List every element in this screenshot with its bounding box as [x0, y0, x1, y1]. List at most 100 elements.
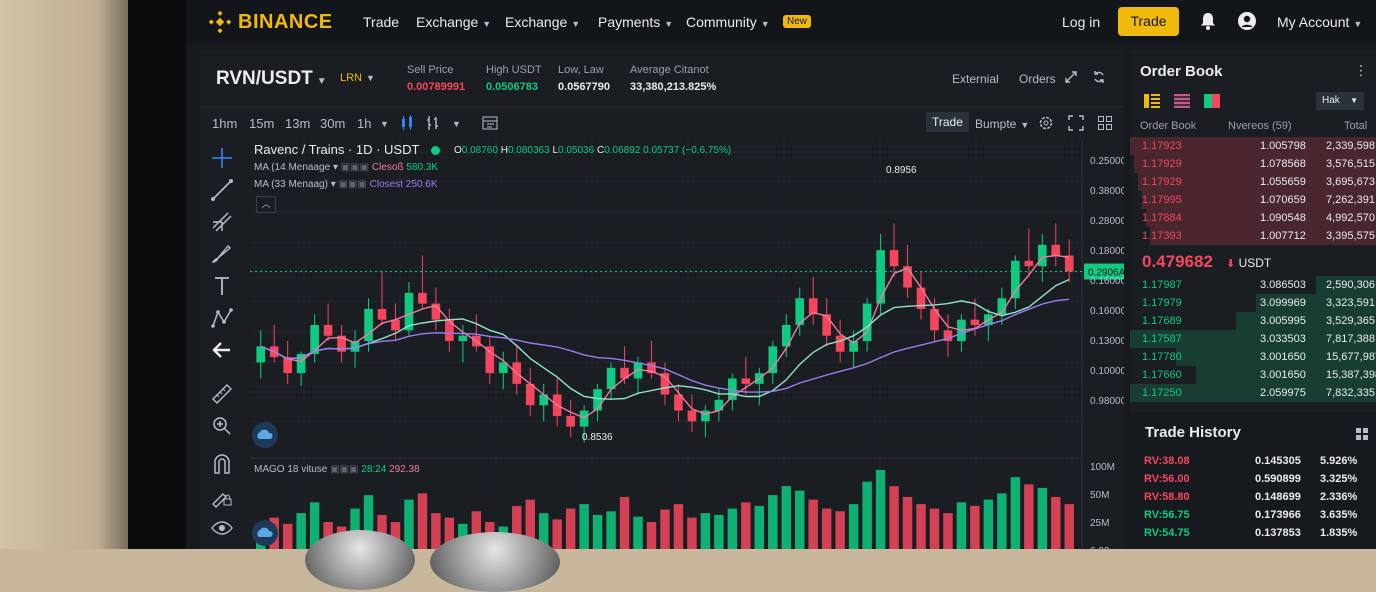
crosshair-icon[interactable] [210, 146, 234, 170]
nav-community[interactable]: Community ▼ [686, 14, 770, 30]
volume-bar [795, 490, 805, 549]
bid-row[interactable]: 1.17780 3.001650 15,677,987 [1130, 348, 1376, 366]
bid-row[interactable]: 1.17660 3.001650 15,387,398 [1130, 366, 1376, 384]
candle-body [485, 346, 495, 374]
price-chart-canvas[interactable]: 0.2906A0.250000.380000.280000.180000.160… [244, 140, 1127, 549]
bumpte-menu[interactable]: Bumpte ▼ [975, 117, 1029, 131]
interval-30m[interactable]: 30m [320, 116, 345, 131]
volume-bar [687, 517, 697, 549]
trade-history-row-cell: 0.590899 [1255, 473, 1301, 485]
bid-row-cell: 3,529,365 [1326, 315, 1375, 327]
expand-icon[interactable] [1064, 70, 1078, 84]
bid-row[interactable]: 1.17979 3.099969 3,323,591 [1130, 294, 1376, 312]
market-header: RVN/USDT ▼ LRN ▼ Sell Price 0.00789991 Hig… [200, 50, 1124, 107]
fib-tool-icon[interactable] [210, 210, 234, 234]
trade-history-row[interactable]: RV:56.75 0.173966 3.635% [1130, 507, 1376, 525]
both-sides-view-icon[interactable] [1144, 94, 1160, 108]
text-tool-icon[interactable] [210, 274, 234, 298]
indicator-ma33[interactable]: MA (33 Menaag) ▾ ▣▣▣ Closest 250.6K [254, 179, 438, 190]
pattern-tool-icon[interactable] [210, 306, 234, 330]
bid-row-cell: 1.17660 [1142, 369, 1182, 381]
interval-1hm[interactable]: 1hm [212, 116, 237, 131]
price-chart[interactable]: 0.2906A 0.25000 0.38000 0.28000 0.18000 0.160… [244, 140, 1127, 549]
login-link[interactable]: Log in [1062, 14, 1100, 30]
ask-row[interactable]: 1.17929 1.055659 3,695,673 [1130, 173, 1376, 191]
magnet-icon[interactable] [210, 452, 234, 476]
trade-history-row[interactable]: RV:38.08 0.145305 5.926% [1130, 453, 1376, 471]
bid-row-cell: 2.059975 [1260, 387, 1306, 399]
nav-payments[interactable]: Payments ▼ [598, 14, 673, 30]
bell-icon[interactable] [1198, 11, 1218, 31]
zoom-in-icon[interactable] [210, 414, 234, 438]
orders-link[interactable]: Orders [1019, 72, 1056, 86]
chart-title: Ravenc / Trains · 1D · USDT [254, 142, 420, 157]
bid-row-cell: 1.17689 [1142, 315, 1182, 327]
volume-name: MAGO 18 vituse [254, 464, 328, 475]
candle-type-icon[interactable] [400, 115, 414, 131]
interval-13m[interactable]: 13m [285, 116, 310, 131]
eye-icon[interactable] [210, 516, 234, 540]
grid-icon[interactable] [1356, 428, 1368, 440]
trade-button[interactable]: Trade [1118, 7, 1179, 36]
my-account-menu[interactable]: My Account ▼ [1277, 14, 1362, 30]
ask-row[interactable]: 1.17923 1.005798 2,339,598 [1130, 137, 1376, 155]
layout-grid-icon[interactable] [1097, 115, 1113, 131]
more-options-icon[interactable]: ⋮ [1354, 62, 1368, 79]
nav-exchange[interactable]: Exchange ▼ [416, 14, 491, 30]
ask-row[interactable]: 1.17884 1.090548 4,992,570 [1130, 209, 1376, 227]
brand-logo[interactable]: BINANCE [208, 10, 333, 34]
ask-row[interactable]: 1.17393 1.007712 3,395,575 [1130, 227, 1376, 245]
volume-bar [889, 486, 899, 549]
trade-view-toggle[interactable]: Trade [926, 112, 969, 132]
bid-row[interactable]: 1.17587 3.033503 7,817,388 [1130, 330, 1376, 348]
trend-line-icon[interactable] [210, 178, 234, 202]
sub-selector[interactable]: LRN ▼ [340, 72, 375, 84]
arrow-left-icon[interactable] [210, 338, 234, 362]
y-tick-label: 0.10000 [1090, 366, 1124, 377]
stat-label: High USDT [486, 64, 542, 76]
interval-15m[interactable]: 15m [249, 116, 274, 131]
ask-row-cell: 1.007712 [1260, 230, 1306, 242]
indicator-label: Clesoß [371, 162, 404, 173]
indicator-ma14[interactable]: MA (14 Menaage ▾ ▣▣▣ Clesoß 580.3K [254, 162, 438, 173]
ask-row-cell: 1.17923 [1142, 140, 1182, 152]
lock-draw-icon[interactable] [210, 484, 234, 508]
candle-body [862, 303, 872, 342]
ruler-icon[interactable] [210, 382, 234, 406]
collapse-legend-button[interactable]: ︿ [256, 196, 276, 213]
pair-selector[interactable]: RVN/USDT ▼ [216, 68, 327, 90]
asks-view-icon[interactable] [1174, 94, 1190, 108]
chevron-down-icon[interactable]: ▼ [380, 119, 389, 129]
stat-value: 33,380,213.825% [630, 81, 717, 93]
nav-exchange-2[interactable]: Exchange ▼ [505, 14, 580, 30]
precision-select[interactable]: Hak ▼ [1316, 92, 1364, 110]
cloud-widget-icon[interactable] [252, 422, 278, 448]
refresh-icon[interactable] [1092, 70, 1106, 84]
settings-icon[interactable] [1038, 115, 1054, 131]
cloud-widget-icon[interactable] [252, 520, 278, 546]
chevron-down-icon[interactable]: ▼ [452, 119, 461, 129]
volume-bar [592, 514, 603, 549]
bid-row-cell: 7,832,335 [1326, 387, 1375, 399]
ask-row[interactable]: 1.17995 1.070659 7,262,391 [1130, 191, 1376, 209]
bid-row[interactable]: 1.17250 2.059975 7,832,335 [1130, 384, 1376, 402]
ask-row-cell: 1.090548 [1260, 212, 1306, 224]
bids-view-icon[interactable] [1204, 94, 1220, 108]
indicators-icon[interactable] [482, 115, 498, 131]
bid-row[interactable]: 1.17689 3.005995 3,529,365 [1130, 312, 1376, 330]
trade-history-row[interactable]: RV:58.80 0.148699 2.336% [1130, 489, 1376, 507]
candle-body [418, 292, 427, 304]
nav-trade[interactable]: Trade [363, 14, 399, 30]
bar-chart-icon[interactable] [426, 115, 440, 131]
interval-1h[interactable]: 1h [357, 116, 371, 131]
fullscreen-icon[interactable] [1068, 115, 1084, 131]
bid-row[interactable]: 1.17987 3.086503 2,590,306 [1130, 276, 1376, 294]
brush-icon[interactable] [210, 242, 234, 266]
trade-history-row[interactable]: RV:56.00 0.590899 3.325% [1130, 471, 1376, 489]
trade-history-row[interactable]: RV:54.75 0.137853 1.835% [1130, 525, 1376, 543]
user-avatar-icon[interactable] [1237, 11, 1257, 31]
volume-bar [552, 519, 562, 549]
external-link[interactable]: Externial [952, 72, 999, 86]
ask-row[interactable]: 1.17929 1.078568 3,576,515 [1130, 155, 1376, 173]
candle-body [310, 325, 319, 354]
